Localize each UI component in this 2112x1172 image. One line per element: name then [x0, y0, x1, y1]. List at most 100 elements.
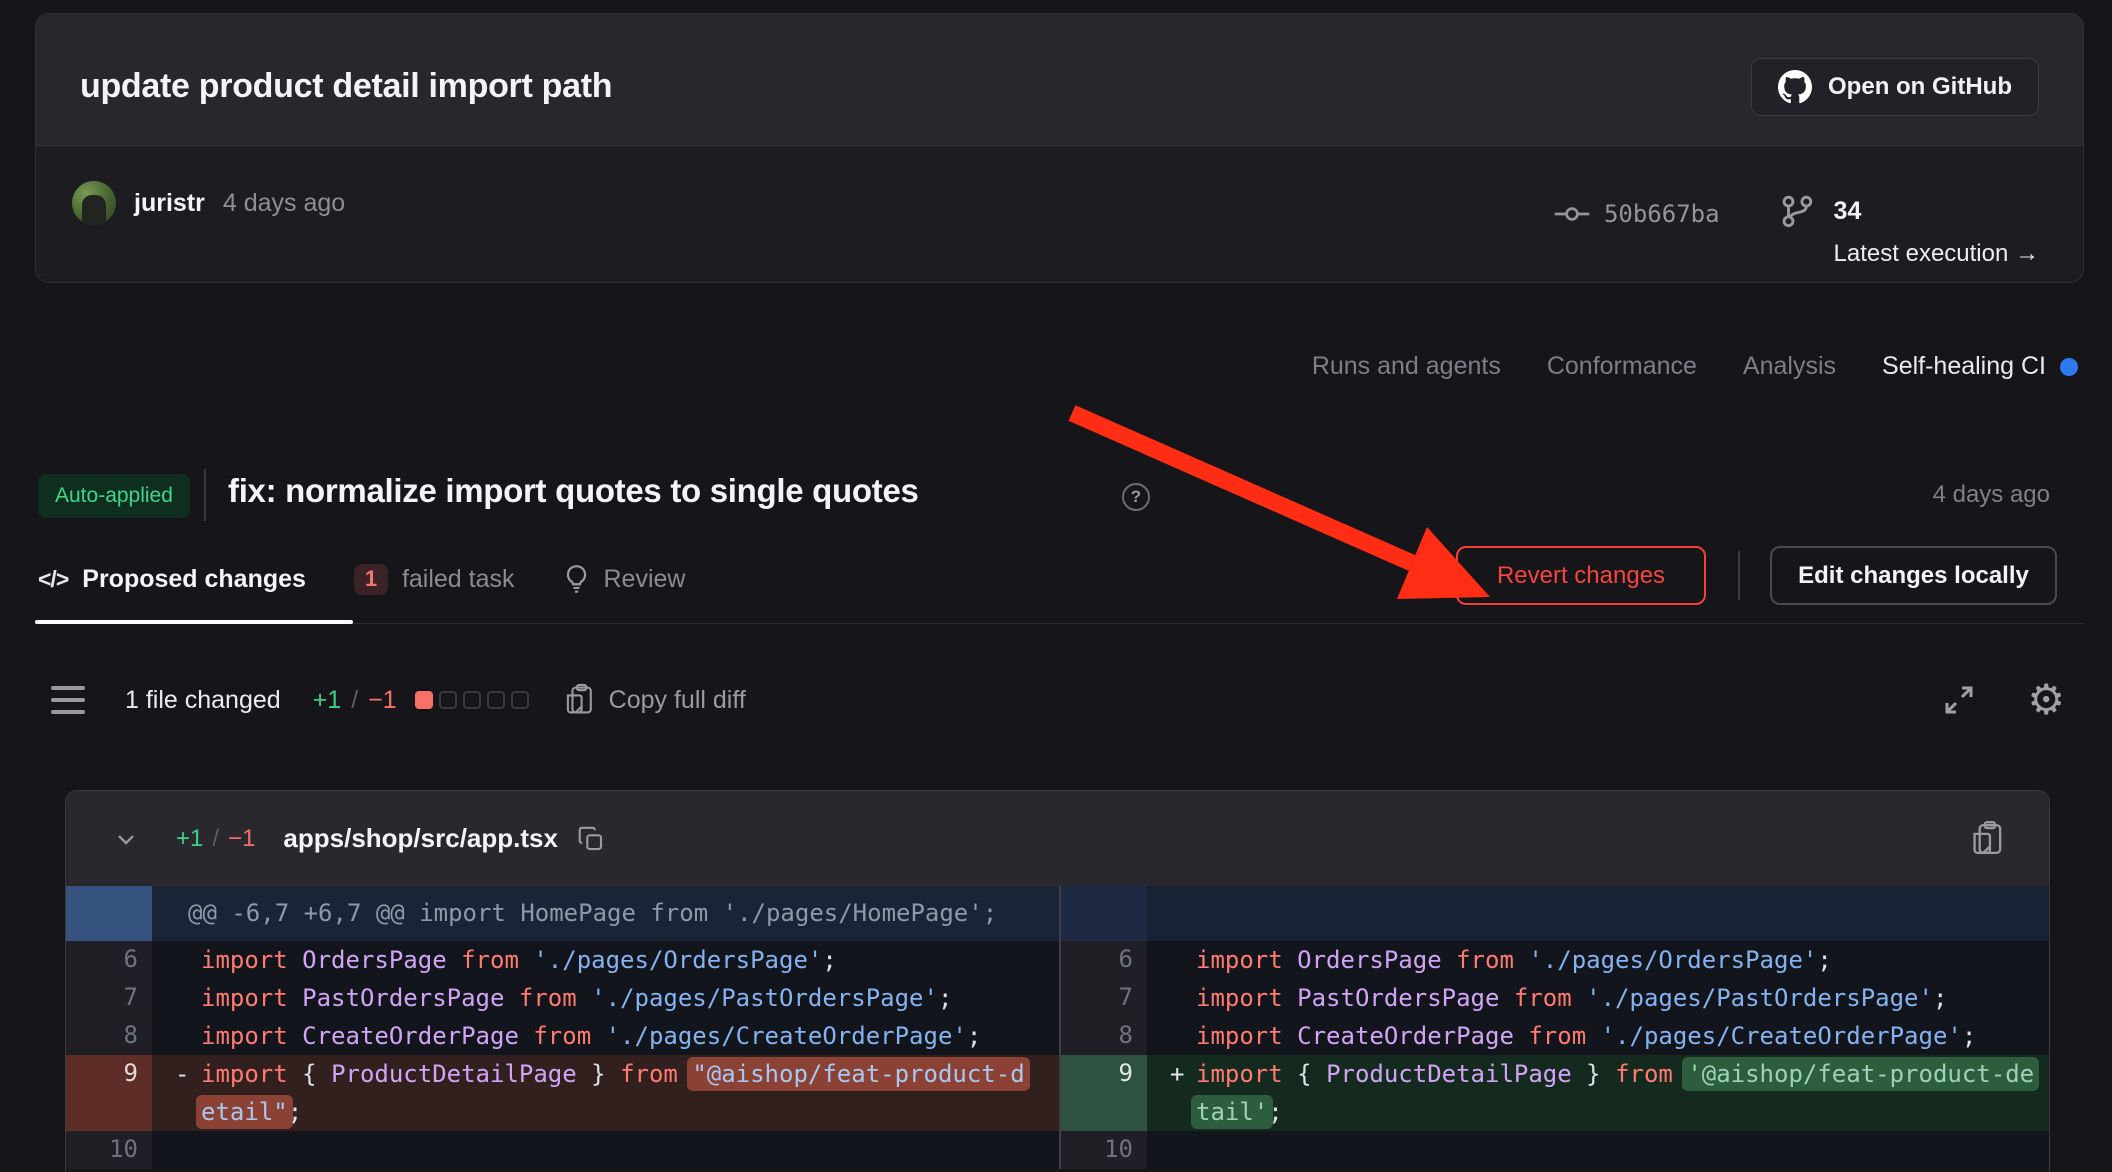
diff-row: 9-import { ProductDetailPage } from "@ai…: [66, 1055, 2049, 1131]
code-token: import: [1196, 946, 1283, 974]
copy-full-diff-button[interactable]: Copy full diff: [563, 683, 746, 717]
chevron-down-icon[interactable]: [112, 825, 140, 853]
code-token: }: [1572, 1060, 1615, 1088]
line-number-left: 8: [66, 1017, 152, 1055]
code-token: [519, 946, 533, 974]
gear-icon[interactable]: ⚙: [2027, 682, 2065, 718]
diff-toolbar: 1 file changed +1 / −1 Copy full diff: [51, 677, 746, 723]
code-token: [1283, 1022, 1297, 1050]
code-token: [1514, 946, 1528, 974]
divider: [204, 469, 206, 521]
failed-count-badge: 1: [354, 564, 388, 595]
tab-failed-task-label: failed task: [402, 565, 515, 594]
diff-toolbar-right: ⚙: [1941, 682, 2065, 718]
tab-failed-task[interactable]: 1 failed task: [354, 564, 515, 595]
nav-runs-and-agents[interactable]: Runs and agents: [1312, 352, 1501, 381]
line-number-left: 6: [66, 941, 152, 979]
code-token: ;: [1817, 946, 1831, 974]
code-token: './pages/CreateOrderPage': [606, 1022, 967, 1050]
code-text: [1170, 1131, 2049, 1169]
code-token: [447, 946, 461, 974]
nav-conformance[interactable]: Conformance: [1547, 352, 1697, 381]
diff-stat-square: [463, 691, 481, 709]
fix-title: fix: normalize import quotes to single q…: [228, 472, 919, 510]
code-token: ;: [1962, 1022, 1976, 1050]
tabs: </> Proposed changes 1 failed task Revie…: [38, 555, 685, 603]
code-line-right: [1147, 1131, 2049, 1169]
edit-changes-locally-button[interactable]: Edit changes locally: [1770, 546, 2057, 605]
code-token: '@aishop/feat-product-de: [1682, 1057, 2039, 1091]
tab-proposed-changes[interactable]: </> Proposed changes: [38, 565, 306, 594]
code-token: from: [1456, 946, 1514, 974]
code-line-left: import PastOrdersPage from './pages/Past…: [152, 979, 1059, 1017]
top-nav: Runs and agents Conformance Analysis Sel…: [1312, 352, 2078, 381]
commit-sha-group[interactable]: 50b667ba: [1554, 194, 1720, 234]
code-token: CreateOrderPage: [1297, 1022, 1514, 1050]
code-text: import OrdersPage from './pages/OrdersPa…: [1170, 941, 2049, 979]
diff-row: 7import PastOrdersPage from './pages/Pas…: [66, 979, 2049, 1017]
branch-icon: [1780, 194, 1814, 228]
code-token: from: [1514, 984, 1572, 1012]
hunk-gutter-right: [1061, 886, 1147, 941]
code-text: etail";: [175, 1093, 1059, 1131]
line-number-right: 9: [1061, 1055, 1147, 1131]
diff-marker: -: [175, 1055, 201, 1093]
code-token: PastOrdersPage: [302, 984, 504, 1012]
tab-review-label: Review: [604, 565, 686, 594]
code-token: tail': [1191, 1095, 1273, 1129]
line-number-left: 9: [66, 1055, 152, 1131]
open-on-github-label: Open on GitHub: [1828, 73, 2012, 101]
diff-row: 8 import CreateOrderPage from './pages/Cr…: [66, 1017, 2049, 1055]
expand-icon[interactable]: [1941, 682, 1977, 718]
copy-icon[interactable]: [576, 824, 606, 854]
open-on-github-button[interactable]: Open on GitHub: [1751, 58, 2039, 116]
hamburger-icon[interactable]: [51, 686, 85, 714]
line-number-left: 10: [66, 1131, 152, 1169]
code-token: [1514, 1022, 1528, 1050]
nav-self-healing-ci[interactable]: Self-healing CI: [1882, 352, 2078, 381]
help-icon[interactable]: ?: [1122, 483, 1150, 511]
execution-group: 34 Latest execution →: [1780, 194, 2039, 268]
code-token: ;: [822, 946, 836, 974]
status-dot: [2060, 358, 2078, 376]
code-token: from: [620, 1060, 678, 1088]
copy-file-diff-icon[interactable]: [1969, 820, 2005, 858]
diff-stat-squares: [415, 691, 529, 709]
code-token: './pages/PastOrdersPage': [1586, 984, 1933, 1012]
code-text: import PastOrdersPage from './pages/Past…: [1170, 979, 2049, 1017]
line-number-right: 6: [1061, 941, 1147, 979]
line-number-left: 7: [66, 979, 152, 1017]
code-token: import: [201, 1060, 288, 1088]
diff-body: @@ -6,7 +6,7 @@ import HomePage from './…: [66, 886, 2049, 1169]
code-token: {: [1283, 1060, 1326, 1088]
commit-time: 4 days ago: [223, 189, 345, 218]
code-token: from: [519, 984, 577, 1012]
code-token: ;: [1268, 1098, 1282, 1126]
nav-analysis[interactable]: Analysis: [1743, 352, 1836, 381]
latest-execution-link[interactable]: Latest execution →: [1834, 240, 2039, 268]
additions-stat: +1: [313, 686, 342, 715]
code-text: import CreateOrderPage from './pages/Cre…: [175, 1017, 1059, 1055]
revert-changes-button[interactable]: Revert changes: [1456, 546, 1706, 605]
code-icon: </>: [38, 566, 68, 593]
hunk-gutter-left: [66, 886, 152, 941]
commit-card-header: update product detail import path Open o…: [36, 14, 2083, 146]
avatar[interactable]: [72, 181, 116, 225]
code-token: OrdersPage: [1297, 946, 1442, 974]
execution-count: 34: [1834, 197, 2039, 226]
code-token: from: [1528, 1022, 1586, 1050]
code-token: [1572, 984, 1586, 1012]
tab-review[interactable]: Review: [563, 564, 686, 594]
stat-slash: /: [351, 686, 358, 715]
code-token: ;: [938, 984, 952, 1012]
code-line-left: import OrdersPage from './pages/OrdersPa…: [152, 941, 1059, 979]
diff-marker: +: [1170, 1055, 1196, 1093]
auto-applied-badge: Auto-applied: [38, 474, 190, 518]
code-token: [1586, 1022, 1600, 1050]
code-token: [577, 984, 591, 1012]
code-token: {: [288, 1060, 331, 1088]
code-token: OrdersPage: [302, 946, 447, 974]
lightbulb-icon: [563, 564, 590, 594]
commit-sha: 50b667ba: [1604, 200, 1720, 228]
code-text: -import { ProductDetailPage } from "@ais…: [175, 1055, 1059, 1093]
